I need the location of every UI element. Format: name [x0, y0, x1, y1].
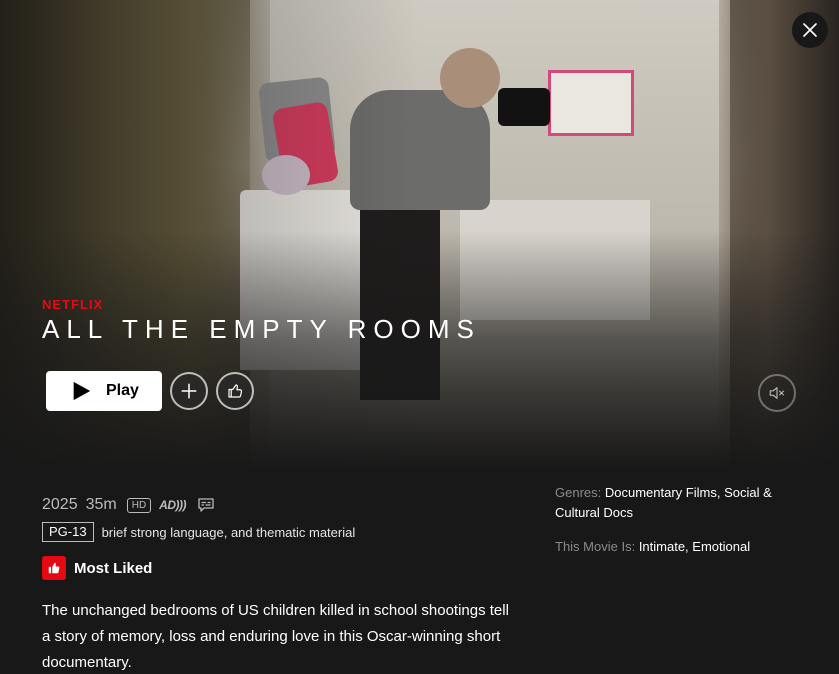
metadata-row: 2025 35m HD AD)))	[42, 496, 214, 514]
maturity-rating-reason: brief strong language, and thematic mate…	[101, 524, 356, 540]
play-icon	[73, 381, 91, 401]
runtime: 35m	[85, 496, 117, 513]
genres-row: Genres: Documentary Films, Social & Cult…	[555, 483, 795, 523]
release-year: 2025	[42, 496, 78, 513]
thumbs-up-icon	[48, 562, 60, 574]
add-to-list-button[interactable]	[170, 372, 208, 410]
maturity-rating-badge: PG-13	[42, 522, 94, 542]
thumbs-up-icon	[228, 384, 243, 398]
play-button[interactable]: Play	[46, 371, 162, 411]
hero-person-head	[440, 48, 500, 108]
close-icon	[803, 23, 817, 37]
close-button[interactable]	[792, 12, 828, 48]
mute-icon	[769, 387, 784, 399]
most-liked-badge: Most Liked	[42, 556, 152, 580]
audio-description-icon: AD)))	[159, 498, 186, 512]
maturity-rating-row: PG-13 brief strong language, and themati…	[42, 522, 355, 542]
title-detail-modal: NETFLIX ALL THE EMPTY ROOMS Play 2025 35…	[0, 0, 839, 674]
hero-camera	[498, 88, 550, 126]
title-logo: ALL THE EMPTY ROOMS	[42, 314, 481, 344]
rate-button[interactable]	[216, 372, 254, 410]
moods-value[interactable]: Intimate, Emotional	[639, 539, 750, 554]
plus-icon	[181, 383, 197, 399]
most-liked-label: Most Liked	[74, 559, 153, 577]
subtitles-icon	[198, 498, 214, 512]
details-sidebar: Genres: Documentary Films, Social & Cult…	[555, 483, 795, 557]
brand-label: NETFLIX	[42, 297, 104, 312]
mute-button[interactable]	[758, 374, 796, 412]
most-liked-icon	[42, 556, 66, 580]
synopsis: The unchanged bedrooms of US children ki…	[42, 602, 509, 671]
hd-badge: HD	[126, 497, 152, 513]
hero-bottom-fade	[0, 230, 839, 470]
play-button-label: Play	[106, 382, 139, 399]
moods-label: This Movie Is:	[555, 539, 636, 554]
hero-lamp	[548, 70, 634, 136]
moods-row: This Movie Is: Intimate, Emotional	[555, 537, 795, 557]
genres-label: Genres:	[555, 485, 602, 500]
